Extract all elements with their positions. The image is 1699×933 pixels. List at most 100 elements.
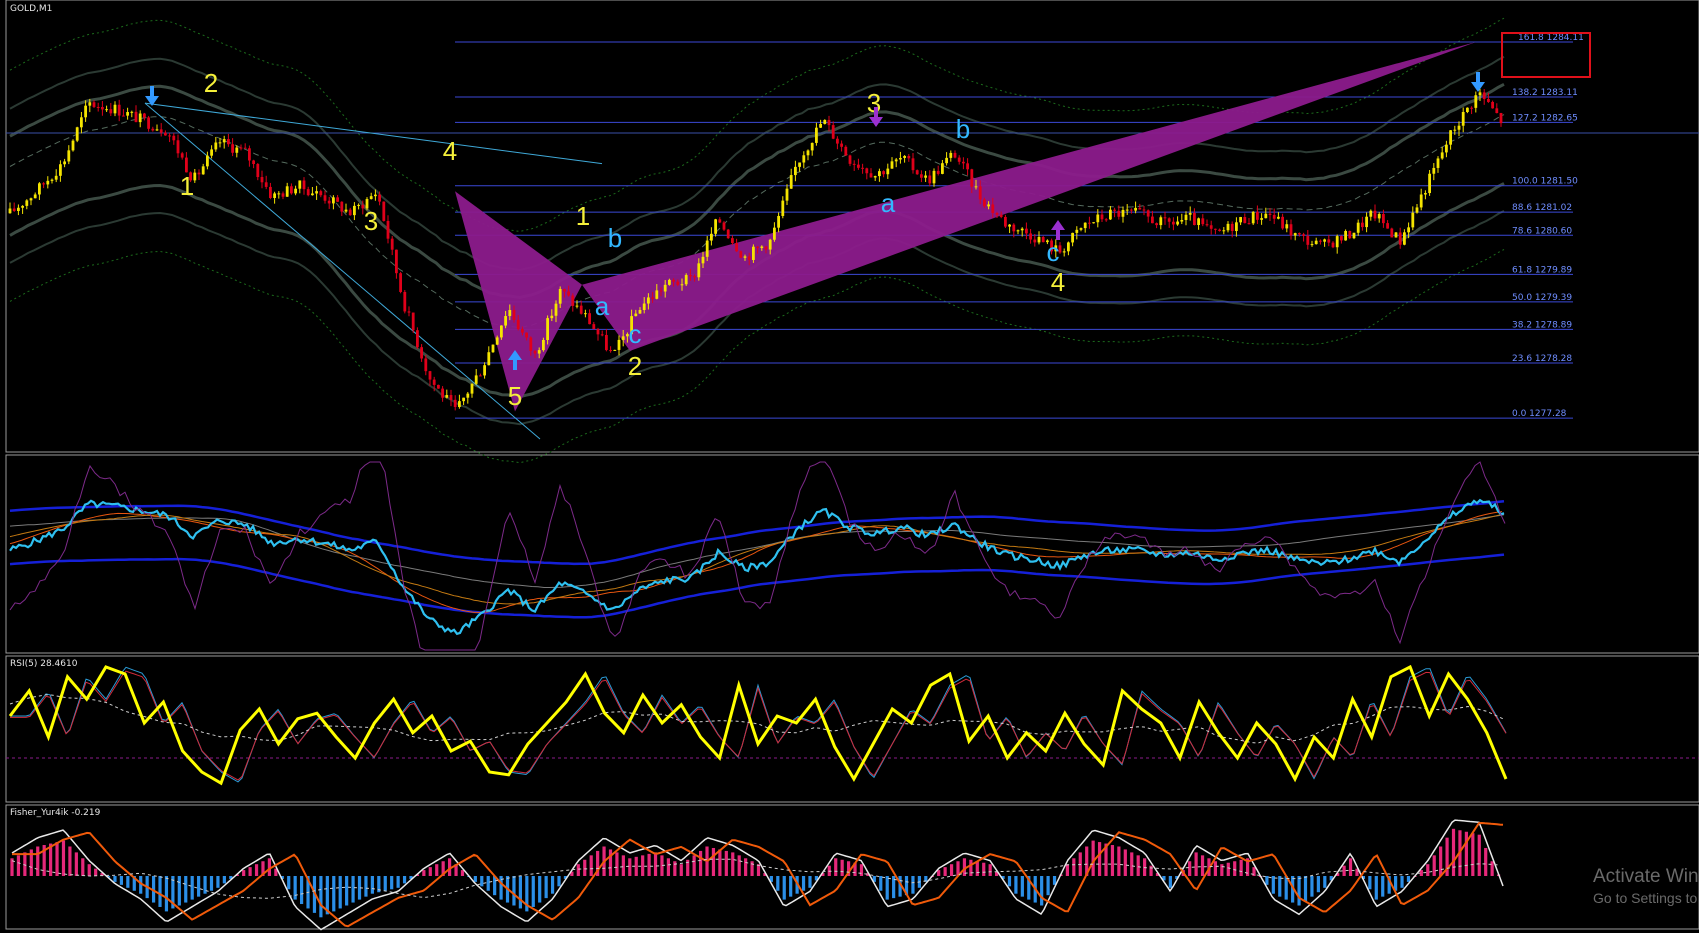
fisher-histogram-bar	[1265, 876, 1269, 885]
candle-body	[836, 138, 839, 144]
candle-body	[1419, 194, 1423, 208]
fisher-histogram-bar	[1194, 852, 1198, 876]
candle-body	[1272, 214, 1276, 219]
candle-body	[903, 155, 906, 158]
fisher-histogram-bar	[1271, 876, 1275, 894]
candle-body	[147, 117, 150, 129]
candle-body	[521, 329, 524, 333]
fisher-histogram-bar	[422, 870, 426, 876]
candle-body	[987, 204, 990, 207]
candle-body	[252, 160, 255, 165]
candle-body	[84, 105, 87, 118]
fisher-histogram-bar	[1471, 833, 1475, 876]
candle-body	[1327, 239, 1331, 243]
candle-body	[638, 309, 642, 314]
candle-body	[395, 249, 398, 274]
fisher-histogram-bar	[1149, 865, 1153, 876]
candle-body	[315, 191, 318, 194]
candle-body	[1466, 107, 1469, 113]
candle-body	[705, 240, 709, 257]
candle-body	[1226, 223, 1230, 231]
fisher-histogram-bar	[1091, 840, 1095, 876]
candle-body	[1016, 230, 1020, 232]
fisher-histogram-bar	[1014, 876, 1018, 894]
fisher-histogram-bar	[428, 867, 432, 876]
candle-body	[390, 238, 394, 250]
candle-body	[1306, 235, 1310, 245]
candle-body	[920, 174, 923, 178]
fisher-histogram-bar	[493, 876, 497, 896]
candle-body	[957, 157, 961, 162]
candle-body	[701, 256, 705, 264]
fisher-histogram-bar	[538, 876, 542, 903]
rsi-title: RSI(5) 28.4610	[10, 659, 78, 669]
fisher-histogram-bar	[1368, 876, 1372, 890]
candle-body	[353, 205, 356, 216]
candle-body	[1079, 228, 1083, 230]
candle-body	[1159, 217, 1163, 226]
candle-body	[722, 222, 726, 230]
candle-body	[974, 186, 978, 188]
candle-body	[218, 142, 222, 144]
candle-body	[487, 352, 491, 366]
candle-body	[1382, 214, 1385, 224]
fisher-histogram-bar	[776, 876, 780, 891]
fisher-histogram-bar	[840, 859, 844, 876]
fisher-histogram-bar	[486, 876, 490, 891]
candle-body	[122, 115, 125, 117]
fisher-histogram-bar	[975, 861, 979, 876]
fisher-histogram-bar	[589, 855, 593, 876]
fisher-histogram-bar	[254, 864, 259, 876]
candle-body	[907, 155, 911, 159]
candle-body	[382, 201, 386, 221]
fisher-histogram-bar	[1432, 855, 1436, 876]
fisher-histogram-bar	[1451, 828, 1456, 876]
candle-body	[264, 182, 268, 187]
candle-body	[500, 325, 503, 338]
candle-body	[1176, 221, 1179, 225]
candle-body	[374, 194, 377, 197]
candle-body	[1453, 129, 1457, 131]
candle-body	[571, 295, 575, 306]
candle-body	[416, 330, 419, 348]
fisher-histogram-bar	[782, 876, 786, 900]
candle-body	[1138, 207, 1142, 210]
candle-body	[1361, 222, 1364, 228]
fisher-histogram-bar	[1072, 858, 1076, 876]
fisher-histogram-bar	[512, 876, 516, 906]
candle-body	[508, 310, 512, 317]
candle-body	[256, 164, 260, 178]
fisher-histogram-bar	[390, 876, 394, 890]
fisher-histogram-bar	[621, 855, 625, 876]
fisher-histogram-bar	[364, 876, 368, 897]
candle-body	[1092, 222, 1095, 224]
fisher-histogram-bar	[615, 852, 619, 876]
fib-label: 127.2 1282.65	[1512, 113, 1578, 123]
candle-body	[197, 172, 201, 175]
fisher-histogram-bar	[641, 855, 645, 876]
fisher-histogram-bar	[209, 876, 214, 891]
wave-label: 1	[576, 201, 590, 231]
candle-body	[642, 303, 646, 310]
candle-body	[159, 129, 163, 133]
candle-body	[605, 334, 608, 351]
candle-body	[668, 279, 671, 285]
candle-body	[924, 175, 927, 178]
fisher-histogram-bar	[158, 876, 162, 907]
candle-body	[113, 104, 117, 114]
candle-body	[302, 180, 306, 190]
fisher-histogram-bar	[1239, 859, 1243, 876]
fisher-histogram-bar	[666, 858, 671, 876]
fisher-histogram-bar	[808, 876, 812, 888]
candle-body	[886, 168, 890, 175]
fisher-histogram-bar	[711, 847, 716, 876]
candle-body	[768, 239, 772, 250]
fisher-histogram-bar	[126, 876, 130, 888]
fisher-histogram-bar	[184, 876, 188, 903]
candle-body	[180, 153, 184, 158]
candle-body	[1478, 92, 1482, 96]
candle-body	[176, 140, 180, 154]
candle-body	[873, 176, 877, 178]
candle-body	[1100, 214, 1104, 220]
candle-body	[1180, 220, 1184, 222]
